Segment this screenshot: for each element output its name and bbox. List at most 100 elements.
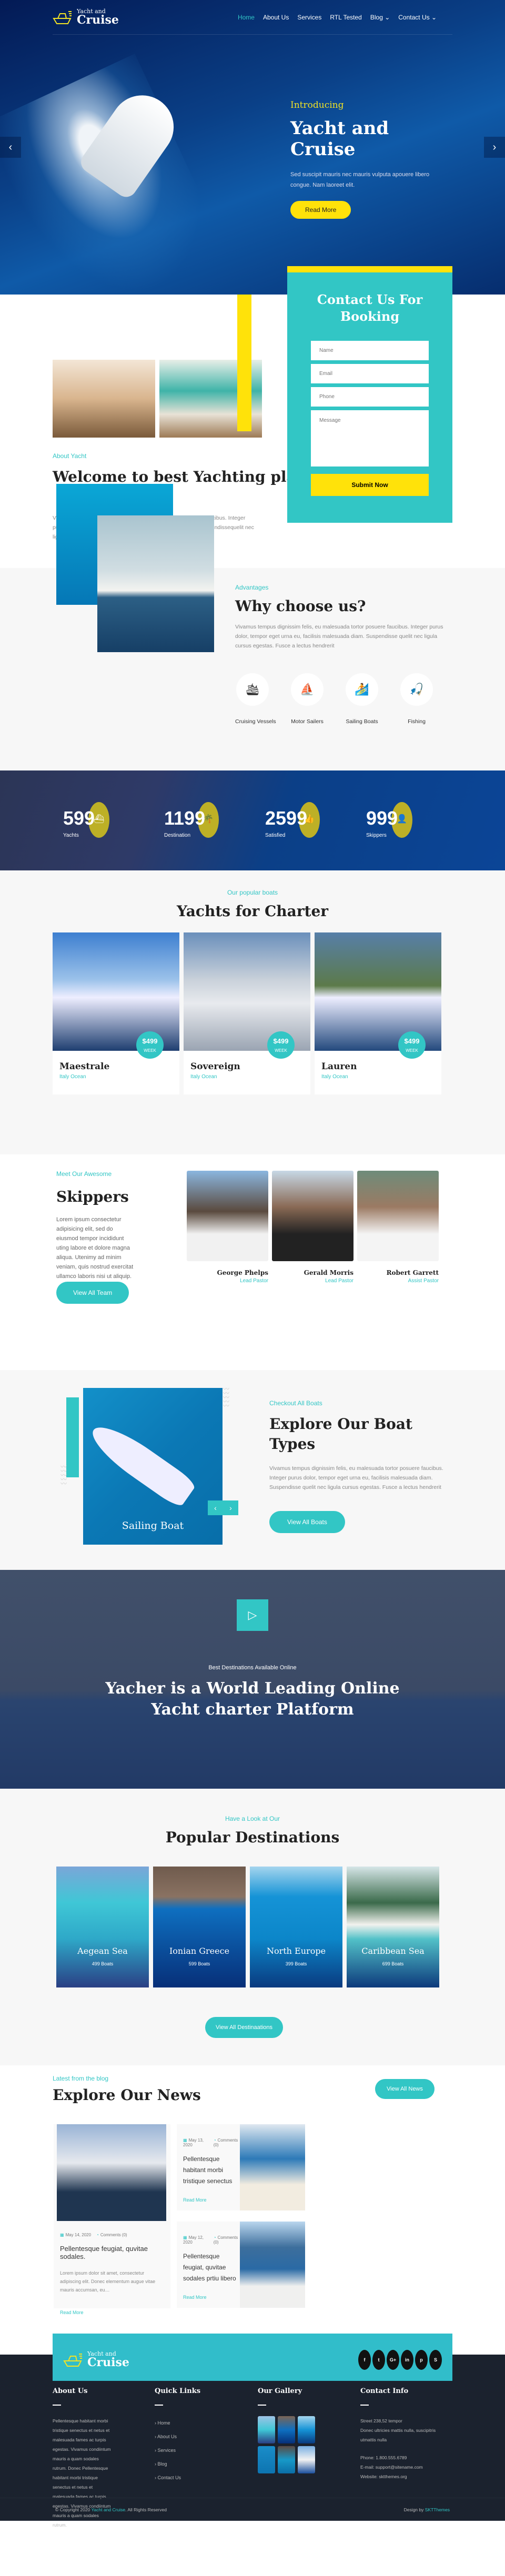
fishing-icon: 🎣	[400, 673, 433, 706]
yacht-card[interactable]: $499 WEEK Sovereign Italy Ocean	[184, 932, 310, 1094]
footer-link-services[interactable]: › Services	[155, 2443, 215, 2457]
gallery-thumb[interactable]	[258, 2416, 275, 2443]
post-title[interactable]: Pellentesque feugiat, quvitae sodales pr…	[183, 2251, 238, 2284]
facebook-icon[interactable]: f	[358, 2349, 371, 2370]
stat-label: Skippers	[366, 833, 387, 838]
nav-home[interactable]: Home	[238, 14, 255, 21]
gallery-thumb[interactable]	[278, 2416, 295, 2443]
twitter-icon[interactable]: t	[372, 2349, 385, 2370]
gallery-thumb[interactable]	[258, 2446, 275, 2473]
read-more-link[interactable]: Read More	[60, 2310, 164, 2315]
skipper-photo	[357, 1171, 439, 1261]
hero-prev-arrow[interactable]: ‹	[0, 137, 21, 158]
explore-tag: Checkout All Boats	[269, 1399, 322, 1407]
destination-card[interactable]: Ionian Greece 599 Boats	[153, 1867, 246, 1987]
user-icon: 👤	[397, 815, 407, 824]
feature-cruising-vessels[interactable]: 🛳 Cruising Vessels	[235, 673, 276, 726]
view-all-destinations-button[interactable]: View All Destinaations	[205, 2017, 284, 2038]
post-title[interactable]: Pellentesque feugiat, quvitae sodales.	[60, 2245, 164, 2260]
news-post[interactable]: ▦ May 12, 2020 ◔ Comments (0) Pellentesque …	[177, 2222, 305, 2308]
view-all-team-button[interactable]: View All Team	[56, 1282, 129, 1304]
friends-on-yacht-image	[53, 360, 155, 438]
google-plus-icon[interactable]: G+	[387, 2349, 399, 2370]
read-more-link[interactable]: Read More	[183, 2295, 238, 2300]
post-title[interactable]: Pellentesque habitant morbi tristique se…	[183, 2154, 238, 2187]
submit-now-button[interactable]: Submit Now	[311, 474, 429, 496]
skipper-card[interactable]: George Phelps Lead Pastor	[187, 1171, 268, 1284]
message-input[interactable]	[311, 410, 429, 466]
footer-link-contact[interactable]: › Contact Us	[155, 2471, 215, 2484]
play-icon[interactable]: ▷	[237, 1599, 268, 1631]
chevron-left-icon[interactable]: ‹	[214, 1504, 217, 1512]
post-date: ▦ May 14, 2020	[60, 2233, 92, 2237]
post-comments: ◔ Comments (0)	[213, 2138, 238, 2147]
destination-count: 499 Boats	[92, 1961, 114, 1966]
gallery-thumb[interactable]	[278, 2446, 295, 2473]
nav-about-us[interactable]: About Us	[263, 14, 289, 21]
destination-count: 699 Boats	[382, 1961, 404, 1966]
email-input[interactable]	[311, 364, 429, 383]
destination-name: Caribbean Sea	[361, 1946, 425, 1956]
phone-input[interactable]	[311, 387, 429, 407]
footer-quick-links: Quick Links › Home › About Us › Services…	[155, 2387, 215, 2484]
design-credit-link[interactable]: SKTThemes	[425, 2507, 450, 2512]
nav-services[interactable]: Services	[297, 14, 321, 21]
gallery-thumb[interactable]	[298, 2446, 315, 2473]
wave-decoration: 〰〰〰〰〰	[60, 1463, 67, 1487]
yachts-title: Yachts for Charter	[176, 902, 329, 920]
footer-website[interactable]: Website: sktthemes.org	[360, 2472, 450, 2481]
nav-contact-us[interactable]: Contact Us ⌄	[398, 14, 437, 21]
hero-text: Sed suscipit mauris nec mauris vulputa a…	[290, 171, 430, 188]
pinterest-icon[interactable]: p	[415, 2349, 428, 2370]
hero-read-more-button[interactable]: Read More	[290, 201, 351, 219]
footer-gallery: Our Gallery	[258, 2387, 318, 2473]
footer-logo[interactable]: Yacht and Cruise	[63, 2351, 129, 2368]
footer-link-home[interactable]: › Home	[155, 2416, 215, 2430]
name-input[interactable]	[311, 341, 429, 360]
hero-next-arrow[interactable]: ›	[484, 137, 505, 158]
slide-caption: Sailing Boat	[122, 1520, 184, 1532]
about-tag: About Yacht	[53, 452, 87, 460]
destination-card[interactable]: Aegean Sea 499 Boats	[56, 1867, 149, 1987]
read-more-link[interactable]: Read More	[183, 2197, 238, 2203]
nav-blog[interactable]: Blog ⌄	[370, 14, 390, 21]
yachts-tag: Our popular boats	[227, 889, 278, 896]
destination-card[interactable]: North Europe 399 Boats	[250, 1867, 342, 1987]
news-post-featured[interactable]: ▦ May 14, 2020 ◔ Comments (0) Pellentesque …	[54, 2124, 170, 2315]
nav-rtl-tested[interactable]: RTL Tested	[330, 14, 361, 21]
skype-icon[interactable]: S	[429, 2349, 442, 2370]
hero-section: Yacht and Cruise Home About Us Services R…	[0, 0, 505, 295]
stat-label: Satisfied	[265, 833, 286, 838]
feature-sailing-boats[interactable]: 🏄 Sailing Boats	[345, 673, 379, 726]
why-tag: Advantages	[235, 584, 269, 591]
view-all-boats-button[interactable]: View All Boats	[269, 1511, 345, 1533]
footer-heading: About Us	[53, 2387, 88, 2395]
footer-banner-wrapper: Yacht and Cruise f t G+ in p S	[0, 2328, 505, 2386]
yacht-icon: ⛴	[94, 815, 105, 824]
chevron-right-icon[interactable]: ›	[229, 1504, 232, 1512]
stat-value: 1199	[164, 807, 206, 829]
feature-motor-sailers[interactable]: ⛵ Motor Sailers	[290, 673, 325, 726]
yachts-for-charter-section: Our popular boats Yachts for Charter $49…	[0, 870, 505, 1154]
yacht-card[interactable]: $499 WEEK Maestrale Italy Ocean	[53, 932, 179, 1094]
feature-fishing[interactable]: 🎣 Fishing	[399, 673, 434, 726]
view-all-news-button[interactable]: View All News	[375, 2079, 435, 2099]
skipper-card[interactable]: Gerald Morris Lead Pastor	[272, 1171, 354, 1284]
stat-destination: 1199 🌴 Destination	[164, 802, 227, 839]
yacht-card[interactable]: $499 WEEK Lauren Italy Ocean	[315, 932, 441, 1094]
news-post[interactable]: ▦ May 13, 2020 ◔ Comments (0) Pellentesque …	[177, 2124, 305, 2210]
gallery-thumb[interactable]	[298, 2416, 315, 2443]
video-banner-section: ▷ Best Destinations Available Online Yac…	[0, 1570, 505, 1789]
footer-address-2: Donec ultricies mattis nulla, suscipitri…	[360, 2428, 436, 2442]
skipper-card[interactable]: Robert Garrett Assist Pastor	[357, 1171, 439, 1284]
footer-link-blog[interactable]: › Blog	[155, 2457, 215, 2471]
copyright-site-link[interactable]: Yacht and Cruise	[91, 2507, 125, 2512]
linkedin-icon[interactable]: in	[401, 2349, 413, 2370]
copyright-text: © Copyright 2020 Yacht and Cruise. All R…	[55, 2507, 167, 2512]
news-title: Explore Our News	[53, 2086, 201, 2104]
footer-link-about[interactable]: › About Us	[155, 2430, 215, 2443]
destination-card[interactable]: Caribbean Sea 699 Boats	[347, 1867, 439, 1987]
footer-email[interactable]: E-mail: support@sitename.com	[360, 2462, 450, 2472]
post-date: ▦ May 13, 2020	[183, 2138, 204, 2147]
site-logo[interactable]: Yacht and Cruise	[53, 8, 119, 26]
